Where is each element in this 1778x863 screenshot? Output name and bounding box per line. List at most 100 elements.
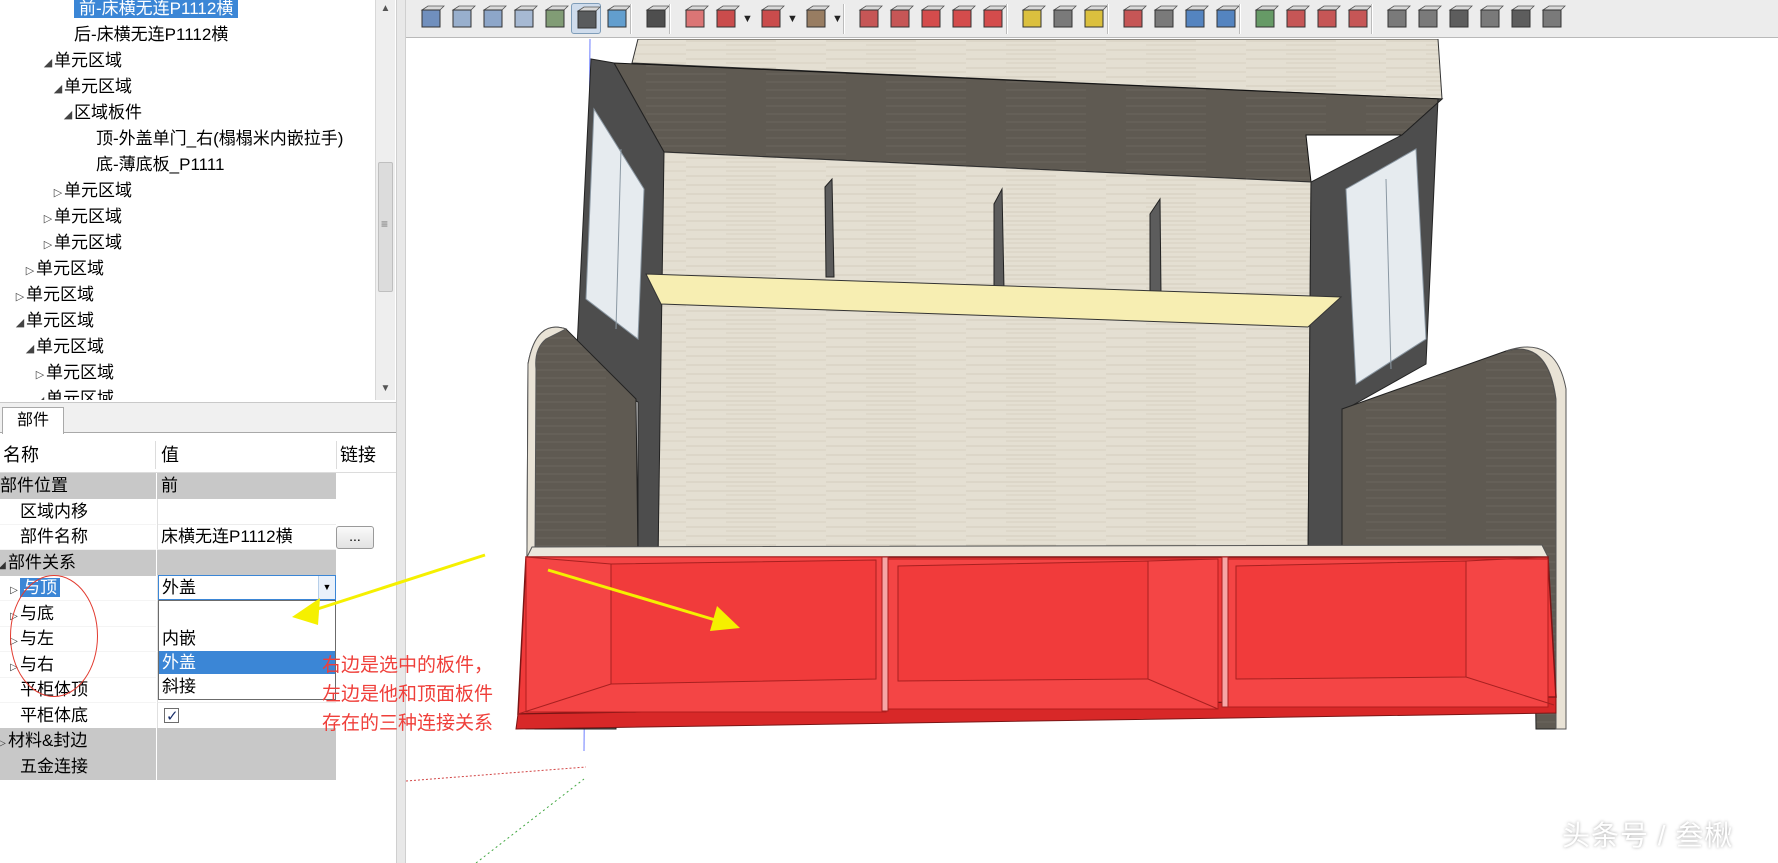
- header-value[interactable]: 值: [161, 437, 179, 473]
- pencil-icon[interactable]: [711, 3, 741, 34]
- map-icon[interactable]: [1250, 3, 1280, 34]
- property-row[interactable]: ◢部件位置前: [0, 473, 336, 499]
- export-icon[interactable]: [1281, 3, 1311, 34]
- scroll-down-icon[interactable]: ▼: [376, 380, 395, 398]
- property-value[interactable]: [157, 498, 336, 525]
- chevron-down-icon[interactable]: ▼: [318, 576, 335, 599]
- dropdown-option[interactable]: 斜接: [159, 675, 335, 698]
- collapsed-arrow-icon[interactable]: ▷: [24, 258, 36, 284]
- dropdown-caret-icon[interactable]: ▼: [787, 13, 798, 25]
- collapsed-arrow-icon[interactable]: ▷: [42, 232, 54, 258]
- property-row[interactable]: 平柜体底: [0, 702, 336, 729]
- tree-item[interactable]: ▷ 单元区域: [42, 204, 122, 230]
- dropdown-option[interactable]: 内嵌: [159, 627, 335, 650]
- property-value[interactable]: [157, 702, 336, 729]
- property-value[interactable]: [157, 753, 336, 780]
- tree-item[interactable]: ◢单元区域: [24, 334, 104, 360]
- selected-front-panel[interactable]: [515, 556, 1557, 730]
- expanded-arrow-icon[interactable]: ◢: [14, 310, 26, 336]
- paste-in-place-icon[interactable]: [447, 3, 477, 34]
- text-icon[interactable]: [1048, 3, 1078, 34]
- component-tree[interactable]: 前-床横无连P1112横 后-床横无连P1112横 ◢ 单元区域 ◢ 单元区域 ◢ 区域板件顶…: [0, 0, 375, 400]
- eraser-icon[interactable]: [680, 3, 710, 34]
- tree-item[interactable]: ◢单元区域: [52, 74, 132, 100]
- scale-icon[interactable]: [978, 3, 1008, 34]
- zoom-icon[interactable]: [1180, 3, 1210, 34]
- dropdown-caret-icon[interactable]: ▼: [742, 13, 753, 25]
- tape-measure-icon[interactable]: [1017, 3, 1047, 34]
- rotate-icon[interactable]: [947, 3, 977, 34]
- expanded-arrow-icon[interactable]: ◢: [62, 102, 74, 128]
- property-name[interactable]: 平柜体底: [0, 703, 156, 729]
- property-name[interactable]: 区域内移: [0, 499, 156, 525]
- property-row[interactable]: 五金连接: [0, 753, 336, 780]
- pan-icon[interactable]: [1149, 3, 1179, 34]
- collapsed-arrow-icon[interactable]: ▷: [34, 362, 46, 388]
- tree-item[interactable]: 底-薄底板_P1111: [84, 152, 225, 178]
- expanded-arrow-icon[interactable]: ◢: [24, 336, 36, 362]
- collapsed-arrow-icon[interactable]: ▷: [14, 284, 26, 310]
- browse-button[interactable]: ...: [336, 526, 374, 549]
- move-icon[interactable]: [916, 3, 946, 34]
- tree-item[interactable]: ◢单元区域: [34, 386, 114, 400]
- layers-icon[interactable]: [571, 3, 601, 34]
- tree-item[interactable]: ◢单元区域: [42, 48, 122, 74]
- arc-icon[interactable]: [756, 3, 786, 34]
- property-name[interactable]: ◢部件位置: [0, 473, 156, 499]
- tree-item[interactable]: ◢ 区域板件: [62, 100, 142, 126]
- relation-combo[interactable]: 外盖 ▼: [158, 575, 336, 600]
- tree-item[interactable]: ◢单元区域: [14, 308, 94, 334]
- tree-item[interactable]: ▷ 单元区域: [34, 360, 114, 386]
- property-row[interactable]: 部件名称 床横无连P1112横...: [0, 524, 374, 550]
- header-name[interactable]: 名称: [3, 437, 39, 473]
- property-name[interactable]: ▷ 材料&封边: [0, 728, 156, 754]
- property-row[interactable]: ▷ 材料&封边: [0, 728, 336, 754]
- dropdown-option[interactable]: [159, 603, 335, 626]
- property-name[interactable]: 部件名称: [0, 524, 156, 550]
- rectangle-icon[interactable]: [801, 3, 831, 34]
- collapsed-arrow-icon[interactable]: ▷: [42, 206, 54, 232]
- property-value[interactable]: 床横无连P1112横: [157, 524, 336, 550]
- expanded-arrow-icon[interactable]: ◢: [52, 76, 64, 102]
- property-value[interactable]: 前: [157, 473, 336, 499]
- front-icon[interactable]: [540, 3, 570, 34]
- expand-arrow-icon[interactable]: ▷: [0, 731, 8, 756]
- iso-icon[interactable]: [509, 3, 539, 34]
- expand-arrow-icon[interactable]: ◢: [0, 553, 8, 578]
- select-icon[interactable]: [641, 3, 671, 34]
- tab-parts[interactable]: 部件: [2, 407, 64, 434]
- house-3-icon[interactable]: [1444, 3, 1474, 34]
- expanded-arrow-icon[interactable]: ◢: [34, 388, 46, 400]
- orbit-icon[interactable]: [1118, 3, 1148, 34]
- header-link[interactable]: 链接: [340, 437, 376, 473]
- scroll-up-icon[interactable]: ▲: [376, 0, 395, 18]
- house-5-icon[interactable]: [1506, 3, 1536, 34]
- collapsed-arrow-icon[interactable]: ▷: [52, 180, 64, 206]
- house-6-icon[interactable]: [1537, 3, 1567, 34]
- dropdown-caret-icon[interactable]: ▼: [832, 13, 843, 25]
- tree-item[interactable]: 前-床横无连P1112横: [62, 0, 239, 22]
- house-4-icon[interactable]: [1475, 3, 1505, 34]
- tree-item[interactable]: ▷ 单元区域: [42, 230, 122, 256]
- scroll-thumb[interactable]: [378, 162, 393, 292]
- 3d-viewport[interactable]: [406, 39, 1778, 863]
- property-name[interactable]: ◢ 部件关系: [0, 549, 156, 578]
- import-icon[interactable]: [1312, 3, 1342, 34]
- zoom-extents-icon[interactable]: [1211, 3, 1241, 34]
- follow-me-icon[interactable]: [885, 3, 915, 34]
- tree-scrollbar[interactable]: ▲ ▼: [375, 0, 395, 400]
- share-icon[interactable]: [1343, 3, 1373, 34]
- box-icon[interactable]: [478, 3, 508, 34]
- material-icon[interactable]: [602, 3, 632, 34]
- expanded-arrow-icon[interactable]: ◢: [42, 50, 54, 76]
- tree-item[interactable]: 后-床横无连P1112横: [62, 22, 228, 48]
- dropdown-option[interactable]: 外盖: [159, 651, 335, 674]
- property-row[interactable]: ◢ 部件关系: [0, 549, 336, 578]
- house-2-icon[interactable]: [1413, 3, 1443, 34]
- checkbox[interactable]: [164, 704, 179, 729]
- property-value[interactable]: [157, 728, 336, 754]
- relation-dropdown[interactable]: 内嵌 外盖 斜接: [158, 600, 336, 700]
- tree-item[interactable]: ▷ 单元区域: [14, 282, 94, 308]
- components-icon[interactable]: [416, 3, 446, 34]
- property-row[interactable]: 区域内移: [0, 498, 336, 525]
